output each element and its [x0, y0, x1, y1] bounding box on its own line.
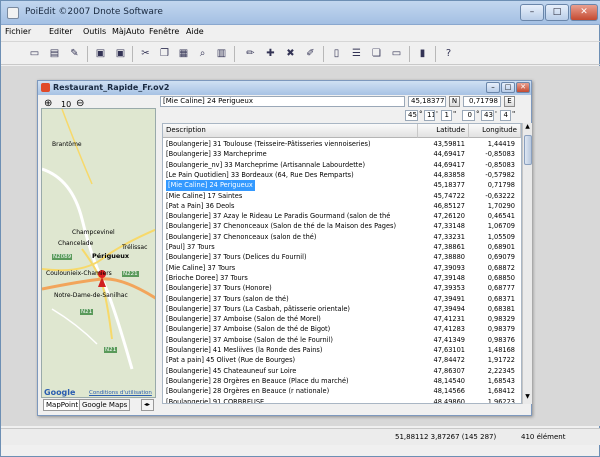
map-label: Coulounieix-Chamiers — [46, 270, 112, 277]
latitude-dir-button[interactable]: N — [449, 96, 460, 107]
status-count: 410 élément — [521, 433, 566, 441]
lat-deg-mark: ° — [419, 110, 423, 118]
save-icon[interactable]: ▣ — [93, 46, 108, 61]
cell-lat: 48,49860 — [433, 397, 465, 404]
map-road-label: N21 — [104, 347, 118, 353]
map-label: Périgueux — [92, 252, 130, 260]
menu-bar: Fichier Editer Outils MàjAuto Fenêtre Ai… — [1, 26, 600, 40]
menu-majauto[interactable]: MàjAuto — [112, 27, 145, 36]
lon-sec-mark: " — [512, 110, 516, 118]
table-row[interactable]: [Boulangerie] 91 CORBREUSE 48,49860 1,9622… — [163, 397, 521, 404]
latitude-field[interactable]: 45,18377 — [408, 96, 446, 107]
edit-icon[interactable]: ✐ — [303, 46, 318, 61]
map-view[interactable]: Brantôme Champcevinel Chancelade Périgue… — [41, 108, 156, 398]
lat-deg-field[interactable]: 45 — [405, 110, 418, 121]
maximize-button[interactable]: □ — [545, 4, 569, 21]
tab-google-maps[interactable]: Google Maps — [79, 399, 131, 411]
menu-editer[interactable]: Editer — [49, 27, 73, 36]
longitude-field[interactable]: 0,71798 — [463, 96, 501, 107]
window-icon[interactable]: ▭ — [389, 46, 404, 61]
menu-aide[interactable]: Aide — [186, 27, 204, 36]
paste-icon[interactable]: ▦ — [176, 46, 191, 61]
status-bar: 51,88112 3,87267 (145 287) 410 élément — [1, 428, 600, 445]
tab-scroll-icon[interactable]: ◂▸ — [141, 399, 154, 411]
map-label: Brantôme — [52, 141, 82, 148]
lon-deg-mark: ° — [476, 110, 480, 118]
save-as-icon[interactable]: ▣ — [113, 46, 128, 61]
document-window: Restaurant_Rapide_Fr.ov2 – □ ✕ ⊕ 10 ⊖ [M… — [37, 80, 532, 416]
child-minimize-button[interactable]: – — [486, 82, 500, 93]
cell-desc: [Boulangerie] 91 CORBREUSE — [166, 397, 265, 404]
document-title: Restaurant_Rapide_Fr.ov2 — [53, 83, 170, 92]
column-description[interactable]: Description — [163, 124, 418, 138]
cut-icon[interactable]: ✂ — [138, 46, 153, 61]
map-road-label: N221 — [122, 271, 139, 277]
map-road-label: N2089 — [52, 254, 73, 260]
status-coords: 51,88112 3,87267 (145 287) — [395, 433, 497, 441]
minimize-button[interactable]: – — [520, 4, 544, 21]
help-icon[interactable]: ? — [441, 46, 456, 61]
map-label: Champcevinel — [72, 229, 115, 236]
name-field[interactable]: [Mie Caline] 24 Perigueux — [160, 96, 405, 107]
tab-mappoint[interactable]: MapPoint — [43, 399, 82, 411]
close-button[interactable]: ✕ — [570, 4, 598, 21]
poi-table[interactable]: Description Latitude Longitude [Boulange… — [162, 123, 522, 404]
map-tabs: MapPoint Google Maps ◂▸ — [41, 399, 156, 411]
lat-min-mark: ' — [436, 110, 438, 118]
delete-icon[interactable]: ✖ — [283, 46, 298, 61]
app-window: PoiEdit ©2007 Dnote Software – □ ✕ Fichi… — [0, 0, 600, 457]
map-label: Chancelade — [58, 240, 94, 247]
menu-outils[interactable]: Outils — [83, 27, 106, 36]
scroll-down-icon[interactable]: ▼ — [523, 393, 532, 403]
lat-min-field[interactable]: 11 — [424, 110, 435, 121]
document-icon — [41, 83, 50, 92]
column-latitude[interactable]: Latitude — [418, 124, 469, 138]
cell-lon: 1,96223 — [487, 397, 515, 404]
copy-icon[interactable]: ❐ — [157, 46, 172, 61]
columns-icon[interactable]: ▯ — [329, 46, 344, 61]
scroll-up-icon[interactable]: ▲ — [523, 123, 532, 133]
open-folder-icon[interactable]: ✎ — [67, 46, 82, 61]
app-icon — [7, 7, 19, 19]
device-icon[interactable]: ▮ — [415, 46, 430, 61]
child-close-button[interactable]: ✕ — [516, 82, 530, 93]
open-icon[interactable]: ▤ — [47, 46, 62, 61]
pencil-icon[interactable]: ✏ — [243, 46, 258, 61]
toolbar: ▭ ▤ ✎ ▣ ▣ ✂ ❐ ▦ ⌕ ▥ ✏ ✚ ✖ ✐ ▯ ☰ ❏ ▭ ▮ ? — [1, 41, 600, 65]
map-road-label: N21 — [80, 309, 94, 315]
selection-editor: [Mie Caline] 24 Perigueux 45,18377 N 0,7… — [160, 96, 531, 122]
lon-min-field[interactable]: 43 — [481, 110, 494, 121]
table-scrollbar[interactable]: ▲ ▼ — [522, 123, 532, 404]
terms-link[interactable]: Conditions d'utilisation — [89, 390, 152, 396]
scroll-thumb[interactable] — [524, 135, 532, 165]
menu-fenetre[interactable]: Fenêtre — [149, 27, 179, 36]
find-icon[interactable]: ⌕ — [195, 46, 210, 61]
child-maximize-button[interactable]: □ — [501, 82, 515, 93]
lat-sec-mark: " — [453, 110, 457, 118]
document-title-bar: Restaurant_Rapide_Fr.ov2 – □ ✕ — [38, 81, 531, 95]
rows-icon[interactable]: ☰ — [349, 46, 364, 61]
app-title: PoiEdit ©2007 Dnote Software — [25, 7, 163, 17]
new-icon[interactable]: ▭ — [27, 46, 42, 61]
column-longitude[interactable]: Longitude — [469, 124, 521, 138]
lon-deg-field[interactable]: 0 — [462, 110, 475, 121]
copy-window-icon[interactable]: ❏ — [369, 46, 384, 61]
longitude-dir-button[interactable]: E — [504, 96, 515, 107]
lon-sec-field[interactable]: 4 — [500, 110, 511, 121]
add-icon[interactable]: ✚ — [263, 46, 278, 61]
lon-min-mark: ' — [495, 110, 497, 118]
tool-icon[interactable]: ▥ — [214, 46, 229, 61]
map-label: Trélissac — [122, 244, 148, 251]
map-label: Notre-Dame-de-Sanilhac — [54, 292, 128, 299]
google-logo: Google — [44, 388, 76, 397]
lat-sec-field[interactable]: 1 — [441, 110, 452, 121]
menu-fichier[interactable]: Fichier — [5, 27, 31, 36]
title-bar: PoiEdit ©2007 Dnote Software – □ ✕ — [1, 1, 600, 25]
